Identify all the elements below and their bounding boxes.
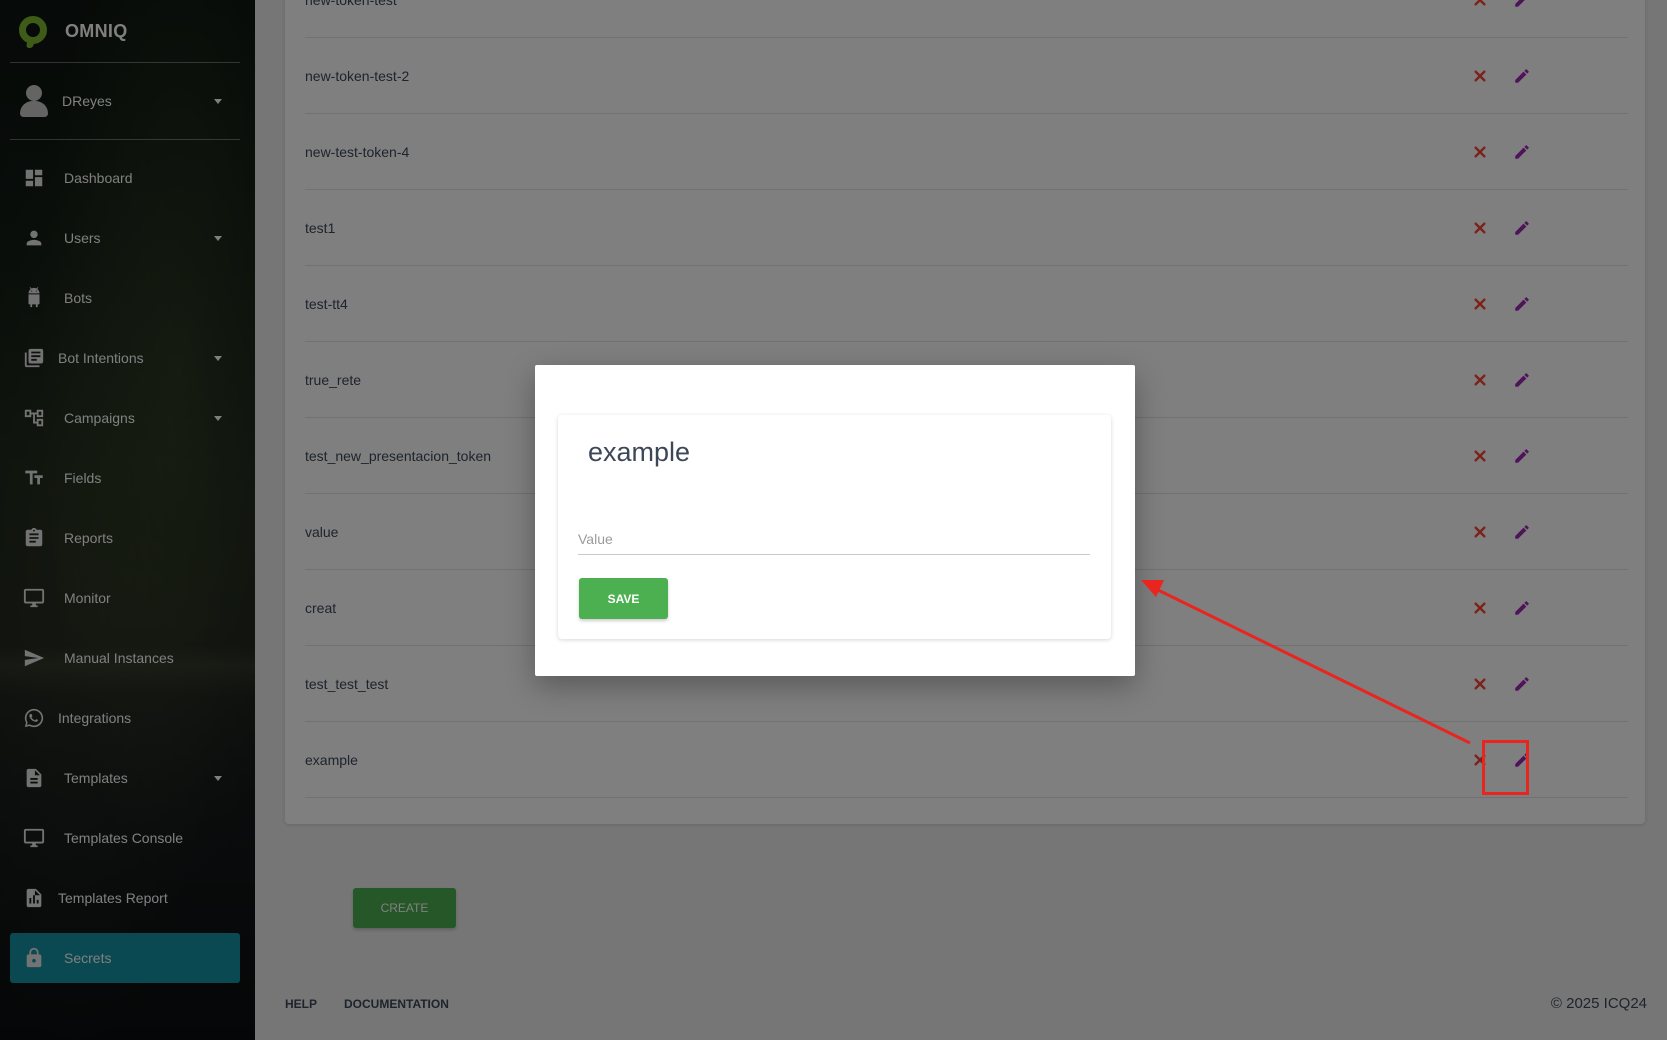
save-button[interactable]: SAVE <box>579 578 668 619</box>
modal-title: example <box>588 437 691 467</box>
annotation-highlight-box <box>1482 740 1529 795</box>
edit-secret-modal: example SAVE <box>535 365 1135 676</box>
value-input[interactable] <box>578 523 1090 555</box>
modal-card: example SAVE <box>558 415 1111 639</box>
